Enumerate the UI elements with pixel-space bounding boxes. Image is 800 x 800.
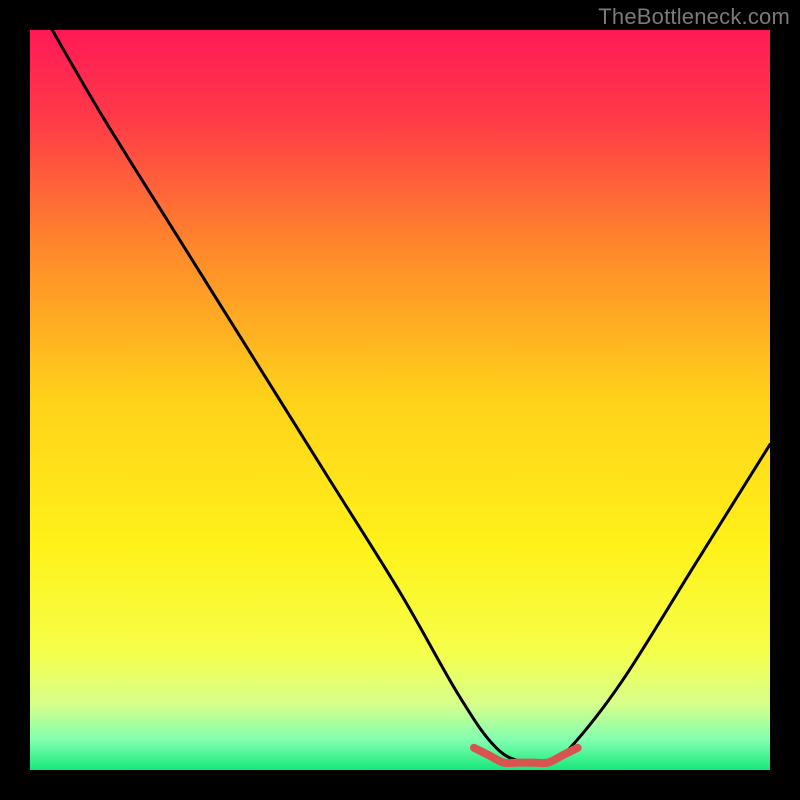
chart-container: { "watermark": "TheBottleneck.com", "cha… xyxy=(0,0,800,800)
watermark-text: TheBottleneck.com xyxy=(598,4,790,30)
bottleneck-chart xyxy=(0,0,800,800)
plot-background xyxy=(30,30,770,770)
